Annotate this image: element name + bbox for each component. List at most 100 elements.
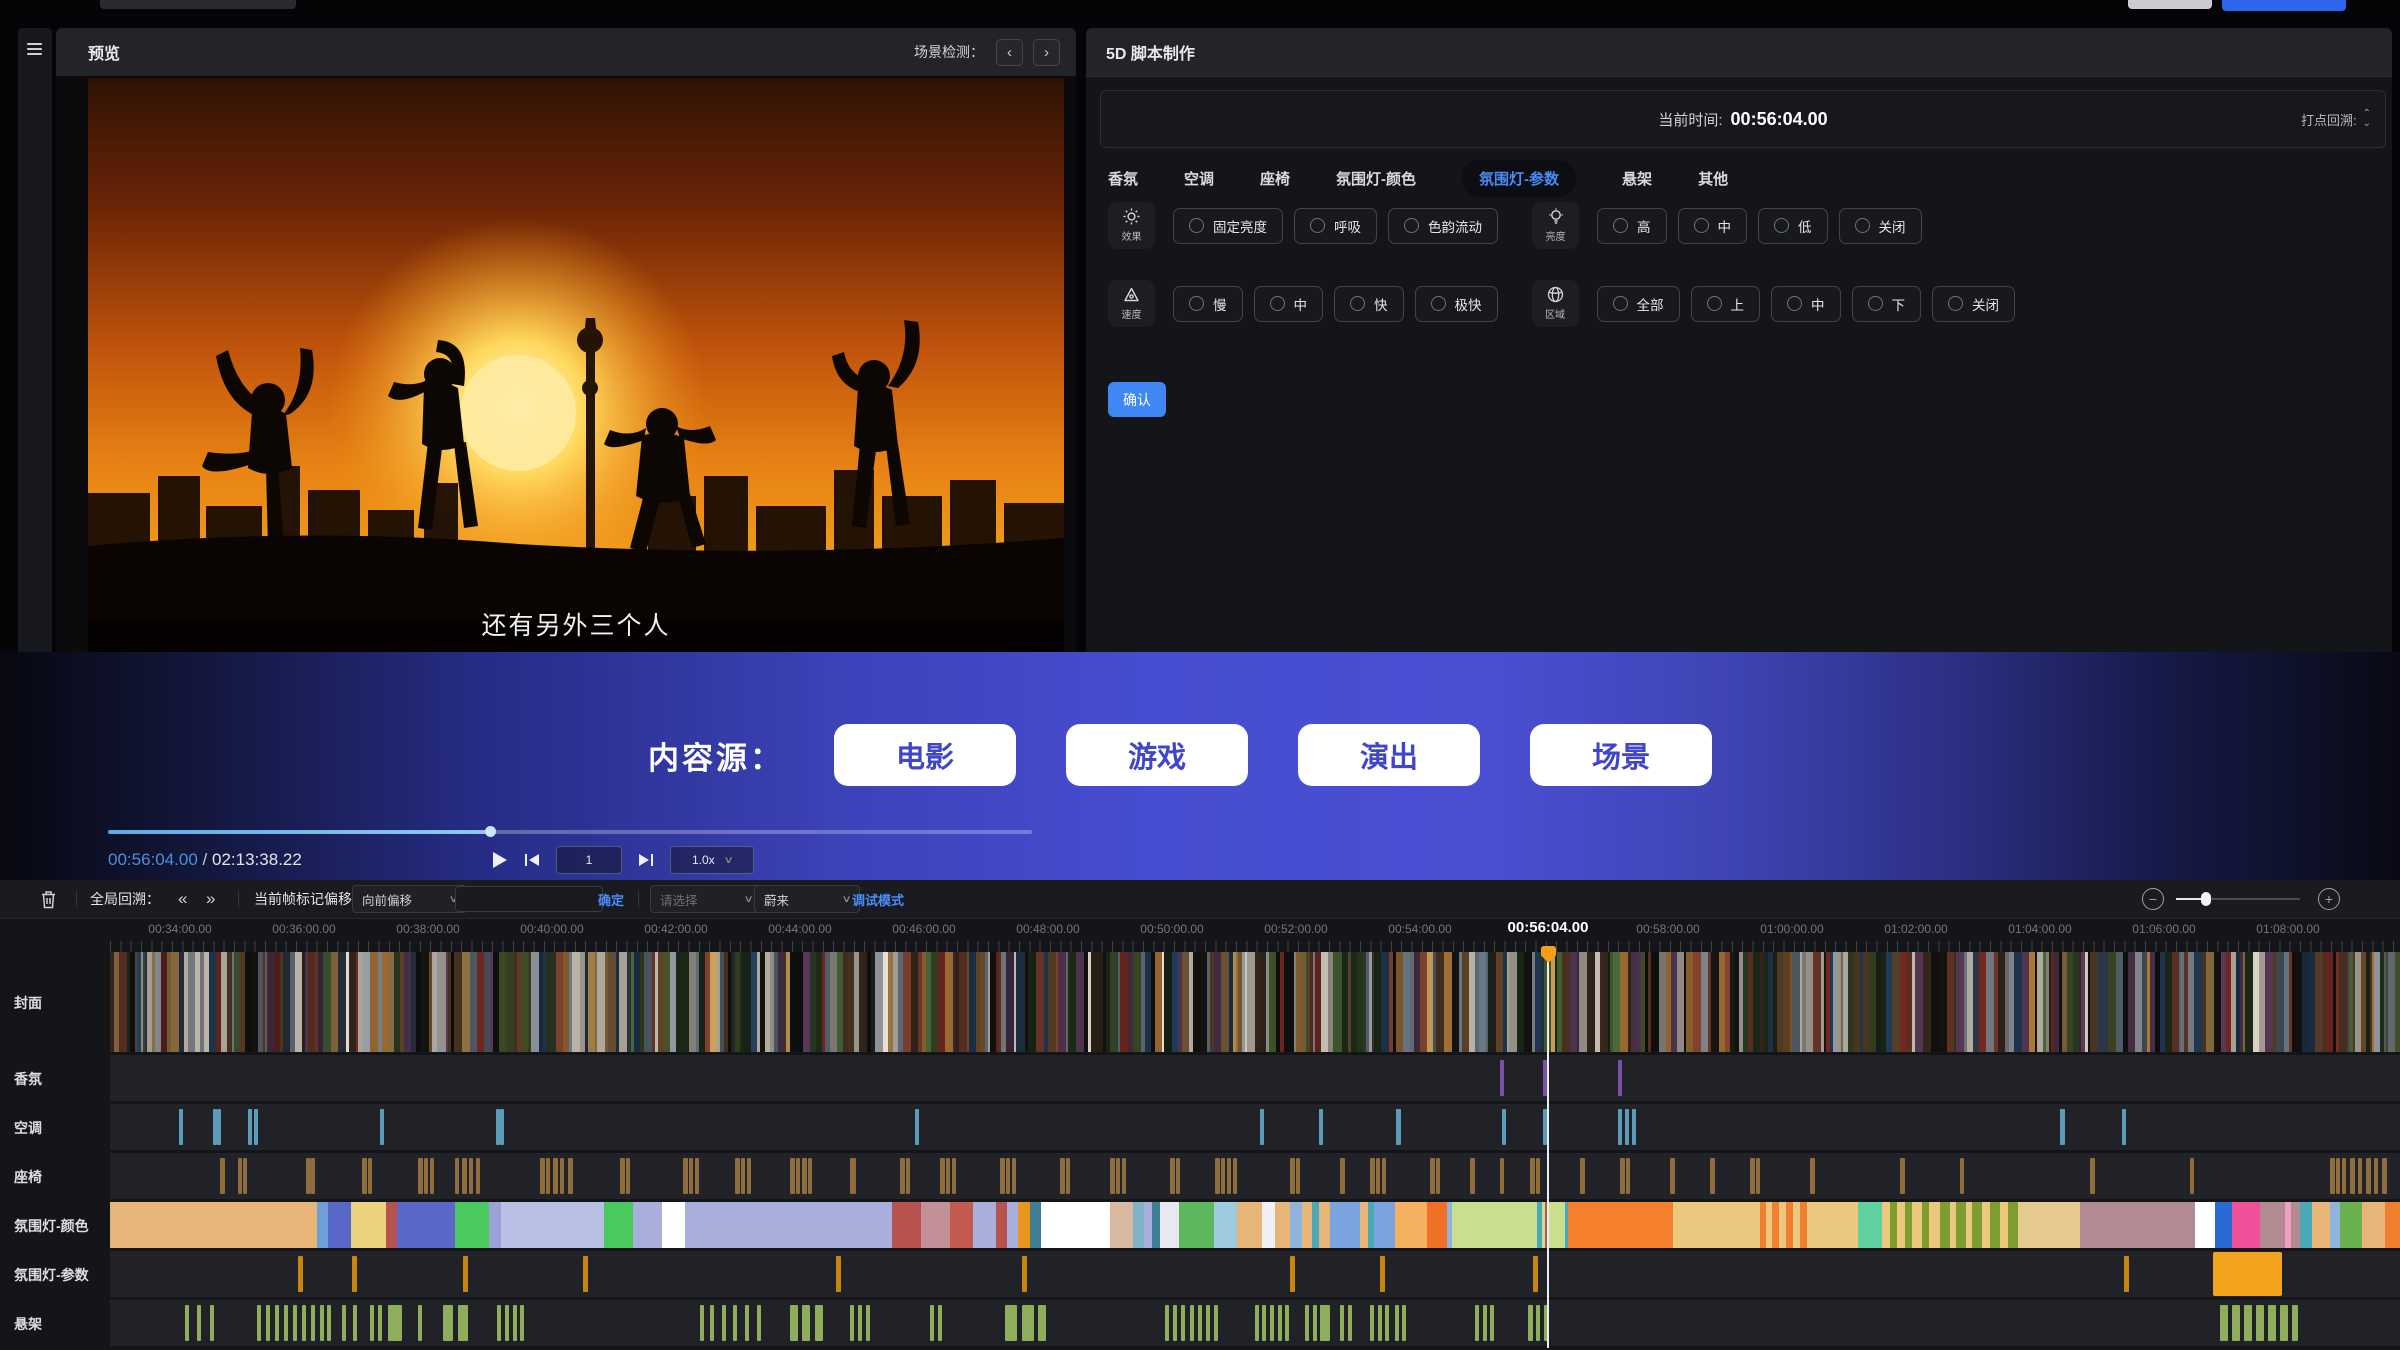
confirm-button[interactable]: 确认: [1108, 382, 1166, 417]
color-segment[interactable]: [1905, 1202, 1912, 1248]
track-seat-event[interactable]: [695, 1158, 699, 1194]
track-seat-event[interactable]: [1170, 1158, 1175, 1194]
track-ac-event[interactable]: [1502, 1109, 1506, 1145]
track-ambient-param-event[interactable]: [583, 1256, 588, 1292]
track-seat-event[interactable]: [1530, 1158, 1535, 1194]
track-seat-event[interactable]: [2330, 1158, 2335, 1194]
color-segment[interactable]: [1779, 1202, 1786, 1248]
color-segment[interactable]: [892, 1202, 921, 1248]
track-suspension-event[interactable]: [2268, 1305, 2276, 1341]
track-seat-event[interactable]: [1436, 1158, 1440, 1194]
zoom-slider-handle[interactable]: [2201, 892, 2211, 906]
track-seat-event[interactable]: [1430, 1158, 1435, 1194]
track-suspension-event[interactable]: [1270, 1305, 1274, 1341]
track-seat-event[interactable]: [568, 1158, 573, 1194]
track-seat-event[interactable]: [1227, 1158, 1231, 1194]
radio-option-色韵流动[interactable]: 色韵流动: [1388, 208, 1498, 244]
video-progress-handle[interactable]: [485, 826, 496, 837]
radio-circle-icon[interactable]: [1431, 296, 1446, 311]
track-seat-event[interactable]: [430, 1158, 434, 1194]
tab-ambient-param[interactable]: 氛围灯-参数: [1462, 160, 1576, 197]
track-seat-event[interactable]: [2342, 1158, 2346, 1194]
color-segment[interactable]: [1940, 1202, 1950, 1248]
content-source-movie[interactable]: 电影: [834, 724, 1016, 786]
track-seat-event[interactable]: [2382, 1158, 2387, 1194]
track-suspension-event[interactable]: [1038, 1305, 1046, 1341]
zoom-in-button[interactable]: +: [2318, 880, 2340, 918]
color-segment[interactable]: [1110, 1202, 1133, 1248]
track-ac-event[interactable]: [500, 1109, 504, 1145]
track-seat-event[interactable]: [689, 1158, 693, 1194]
color-segment[interactable]: [1302, 1202, 1312, 1248]
track-suspension-event[interactable]: [1198, 1305, 1202, 1341]
track-seat-event[interactable]: [747, 1158, 751, 1194]
radio-circle-icon[interactable]: [1350, 296, 1365, 311]
color-segment[interactable]: [1262, 1202, 1275, 1248]
track-seat-event[interactable]: [462, 1158, 467, 1194]
color-segment[interactable]: [1793, 1202, 1800, 1248]
color-segment[interactable]: [1427, 1202, 1447, 1248]
track-seat-event[interactable]: [424, 1158, 428, 1194]
offset-value-input[interactable]: [455, 886, 603, 912]
track-suspension-event[interactable]: [327, 1305, 331, 1341]
track-suspension-event[interactable]: [1536, 1305, 1540, 1341]
color-segment[interactable]: [2312, 1202, 2330, 1248]
track-suspension-event[interactable]: [1402, 1305, 1406, 1341]
color-segment[interactable]: [1007, 1202, 1018, 1248]
track-seat-event[interactable]: [741, 1158, 745, 1194]
track-suspension-event[interactable]: [1181, 1305, 1185, 1341]
track-seat-event[interactable]: [790, 1158, 795, 1194]
color-segment[interactable]: [921, 1202, 950, 1248]
color-segment[interactable]: [1982, 1202, 1990, 1248]
track-suspension-event[interactable]: [418, 1305, 422, 1341]
track-ac-event[interactable]: [217, 1109, 221, 1145]
track-suspension-event[interactable]: [1206, 1305, 1210, 1341]
track-suspension-event[interactable]: [930, 1305, 934, 1341]
track-suspension-event[interactable]: [320, 1305, 324, 1341]
track-seat-event[interactable]: [1900, 1158, 1905, 1194]
track-suspension-event[interactable]: [1214, 1305, 1218, 1341]
track-ambient-param-event[interactable]: [463, 1256, 468, 1292]
track-ac-event[interactable]: [2122, 1109, 2126, 1145]
track-seat-event[interactable]: [1006, 1158, 1010, 1194]
track-seat-event[interactable]: [243, 1158, 247, 1194]
track-suspension-event[interactable]: [197, 1305, 201, 1341]
color-segment[interactable]: [950, 1202, 973, 1248]
track-seat[interactable]: [110, 1153, 2400, 1199]
radio-circle-icon[interactable]: [1774, 218, 1789, 233]
track-seat-event[interactable]: [418, 1158, 423, 1194]
tab-seat[interactable]: 座椅: [1260, 168, 1290, 189]
color-segment[interactable]: [397, 1202, 455, 1248]
radio-circle-icon[interactable]: [1948, 296, 1963, 311]
track-ac-event[interactable]: [1618, 1109, 1622, 1145]
track-seat-event[interactable]: [362, 1158, 367, 1194]
content-source-game[interactable]: 游戏: [1066, 724, 1248, 786]
track-suspension-event[interactable]: [1348, 1305, 1352, 1341]
tab-ac[interactable]: 空调: [1184, 168, 1214, 189]
track-seat-event[interactable]: [1176, 1158, 1180, 1194]
radio-circle-icon[interactable]: [1868, 296, 1883, 311]
color-segment[interactable]: [1330, 1202, 1360, 1248]
radio-option-快[interactable]: 快: [1334, 286, 1404, 322]
top-cutoff-gray-button[interactable]: [2128, 0, 2212, 9]
track-seat-event[interactable]: [1960, 1158, 1964, 1194]
track-ambient-param-event-block[interactable]: [2213, 1252, 2282, 1296]
track-seat-event[interactable]: [683, 1158, 688, 1194]
color-segment[interactable]: [1807, 1202, 1858, 1248]
track-suspension-event[interactable]: [257, 1305, 261, 1341]
tab-ambient-color[interactable]: 氛围灯-颜色: [1336, 168, 1416, 189]
color-segment[interactable]: [1179, 1202, 1214, 1248]
color-segment[interactable]: [1275, 1202, 1290, 1248]
track-seat-event[interactable]: [735, 1158, 740, 1194]
track-seat-event[interactable]: [1012, 1158, 1016, 1194]
track-ambient-param-event[interactable]: [1533, 1256, 1538, 1292]
track-suspension-event[interactable]: [2244, 1305, 2252, 1341]
track-seat-event[interactable]: [1620, 1158, 1625, 1194]
radio-circle-icon[interactable]: [1613, 296, 1628, 311]
track-seat-event[interactable]: [311, 1158, 315, 1194]
color-segment[interactable]: [501, 1202, 604, 1248]
track-suspension-event[interactable]: [2232, 1305, 2240, 1341]
track-seat-event[interactable]: [1066, 1158, 1070, 1194]
track-suspension-event[interactable]: [1528, 1305, 1533, 1341]
radio-option-中[interactable]: 中: [1678, 208, 1748, 244]
